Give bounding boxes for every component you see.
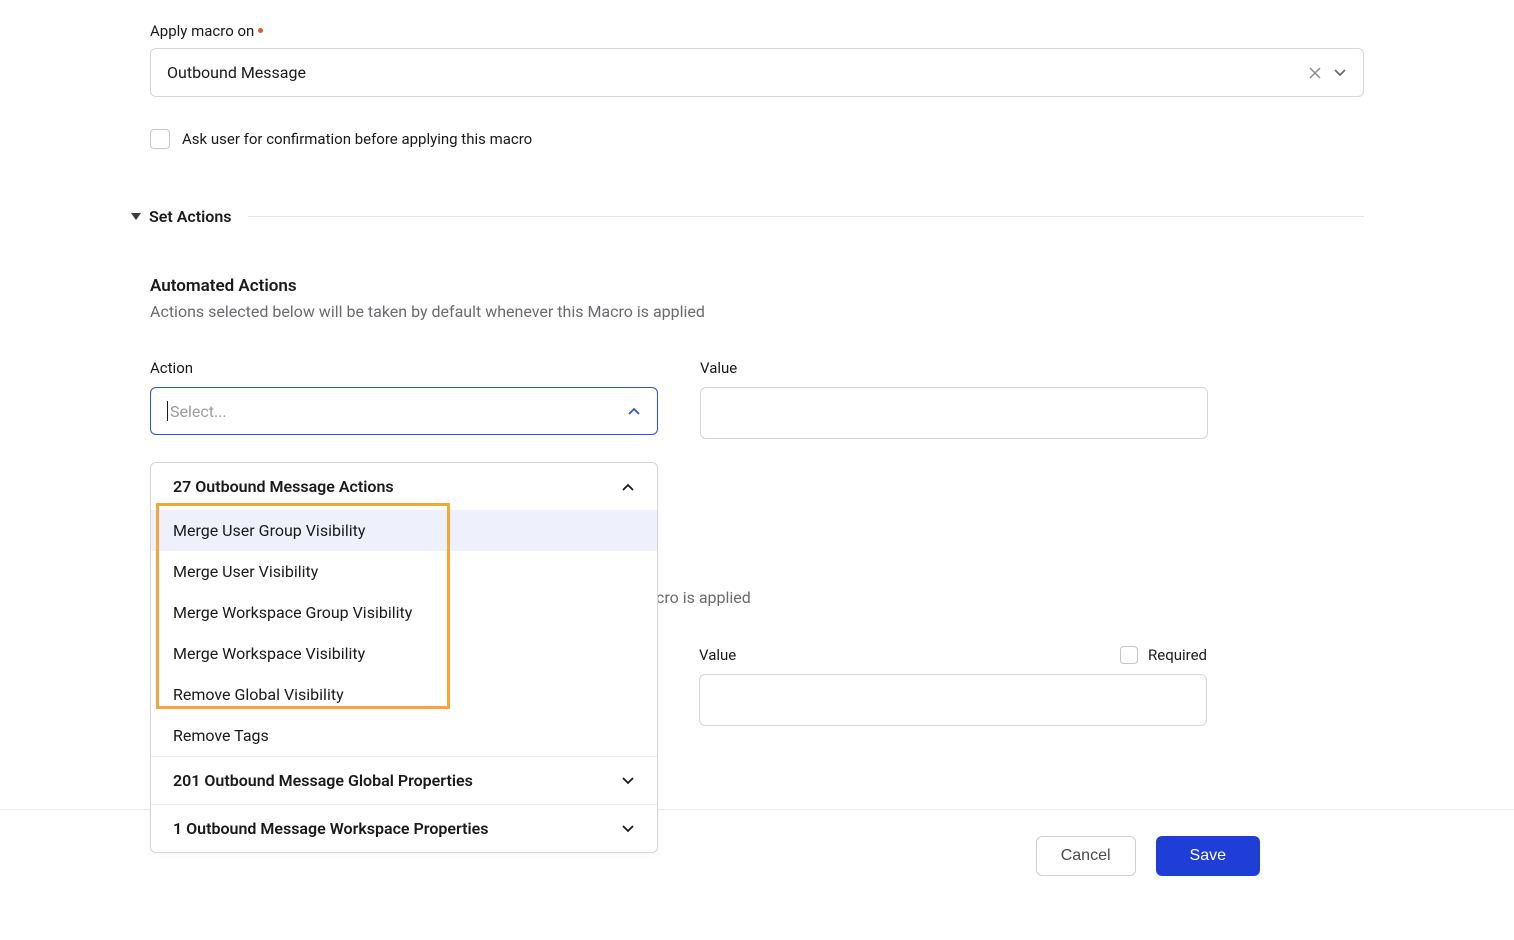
- clear-icon[interactable]: [1309, 67, 1321, 79]
- dropdown-group-workspace-properties[interactable]: 1 Outbound Message Workspace Properties: [151, 804, 657, 852]
- save-button[interactable]: Save: [1156, 836, 1260, 876]
- dropdown-item-merge-user-group-visibility[interactable]: Merge User Group Visibility: [151, 510, 657, 551]
- required-label: Required: [1148, 646, 1207, 664]
- required-indicator: [258, 28, 263, 33]
- apply-macro-on-select[interactable]: Outbound Message: [150, 48, 1364, 97]
- collapse-triangle-icon[interactable]: [131, 213, 141, 220]
- action-label: Action: [150, 359, 658, 377]
- automated-actions-title: Automated Actions: [150, 276, 1364, 296]
- chevron-down-icon[interactable]: [1333, 68, 1347, 78]
- partial-text-behind-dropdown: cro is applied: [656, 588, 751, 607]
- action-placeholder: Select...: [170, 402, 227, 421]
- value-label-2: Value: [699, 646, 736, 664]
- dropdown-item-merge-workspace-visibility[interactable]: Merge Workspace Visibility: [151, 633, 657, 674]
- action-dropdown: 27 Outbound Message Actions Merge User G…: [150, 462, 658, 853]
- automated-actions-description: Actions selected below will be taken by …: [150, 302, 1364, 321]
- cancel-button[interactable]: Cancel: [1036, 836, 1136, 876]
- action-select[interactable]: Select...: [150, 387, 658, 435]
- section-divider: [248, 216, 1365, 217]
- dropdown-group-outbound-actions[interactable]: 27 Outbound Message Actions: [151, 463, 657, 510]
- apply-macro-on-value: Outbound Message: [167, 63, 306, 82]
- set-actions-title: Set Actions: [149, 207, 232, 226]
- required-checkbox[interactable]: [1120, 646, 1138, 664]
- dropdown-group-global-properties[interactable]: 201 Outbound Message Global Properties: [151, 756, 657, 804]
- chevron-down-icon: [621, 824, 635, 834]
- dropdown-item-remove-tags[interactable]: Remove Tags: [151, 715, 657, 756]
- text-cursor: [167, 401, 168, 421]
- chevron-down-icon: [621, 776, 635, 786]
- apply-macro-on-label: Apply macro on: [150, 22, 1364, 40]
- value-input-2[interactable]: [699, 674, 1207, 726]
- chevron-up-icon[interactable]: [627, 406, 641, 416]
- confirmation-checkbox[interactable]: [150, 129, 170, 149]
- chevron-up-icon: [621, 482, 635, 492]
- value-input[interactable]: [700, 387, 1208, 439]
- dropdown-item-merge-user-visibility[interactable]: Merge User Visibility: [151, 551, 657, 592]
- confirmation-label: Ask user for confirmation before applyin…: [182, 130, 532, 148]
- dropdown-item-merge-workspace-group-visibility[interactable]: Merge Workspace Group Visibility: [151, 592, 657, 633]
- dropdown-item-remove-global-visibility[interactable]: Remove Global Visibility: [151, 674, 657, 715]
- value-label: Value: [700, 359, 1208, 377]
